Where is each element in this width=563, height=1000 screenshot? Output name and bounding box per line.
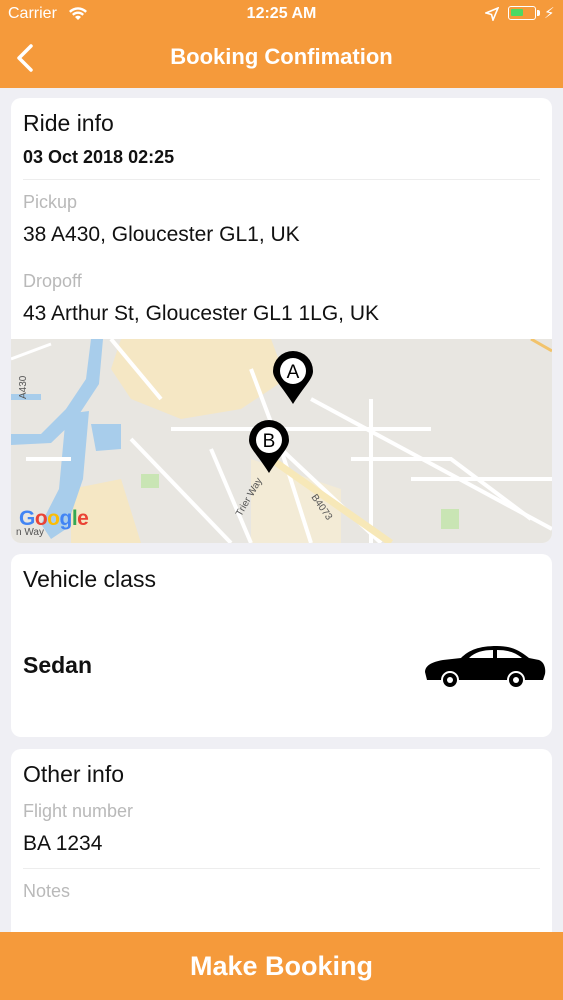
vehicle-class-card: Vehicle class Sedan [11, 554, 552, 737]
park-area [441, 509, 459, 529]
dropoff-label: Dropoff [23, 271, 82, 291]
clock: 12:25 AM [246, 5, 317, 22]
marker-b-label: B [263, 431, 276, 452]
map-tiles: A430 Trier Way B4073 A B [11, 339, 552, 543]
divider [23, 868, 540, 869]
notes-label[interactable]: Notes [23, 881, 70, 902]
ride-datetime: 03 Oct 2018 02:25 [23, 147, 175, 167]
flight-number-label: Flight number [23, 801, 134, 821]
divider [23, 179, 540, 180]
google-logo-letter: e [77, 507, 89, 530]
location-arrow-icon [485, 7, 499, 21]
route-map[interactable]: A430 Trier Way B4073 A B Google n Way [11, 339, 552, 543]
car-icon [425, 646, 546, 689]
charging-bolt-icon: ⚡︎ [544, 5, 555, 22]
marker-a-label: A [287, 362, 300, 383]
other-info-title: Other info [23, 761, 124, 787]
flight-number-value[interactable]: BA 1234 [23, 832, 102, 856]
page-title: Booking Confimation [170, 44, 393, 69]
battery-icon [508, 6, 540, 20]
other-info-card: Other info Flight number BA 1234 Notes [11, 749, 552, 949]
ride-info-title: Ride info [23, 110, 114, 136]
pickup-label: Pickup [23, 192, 78, 212]
map-way-label: n Way [16, 527, 44, 538]
status-bar: Carrier 12:25 AM ⚡︎ [0, 0, 563, 30]
header-bar: Carrier 12:25 AM ⚡︎ Booking Confimation [0, 0, 563, 88]
road-label-a430: A430 [18, 375, 29, 399]
google-logo-letter: g [59, 507, 73, 530]
marker-a[interactable]: A [273, 351, 313, 404]
battery-fill [511, 9, 524, 16]
google-logo-letter: o [47, 507, 60, 530]
pickup-value: 38 A430, Gloucester GL1, UK [23, 223, 300, 246]
dropoff-value: 43 Arthur St, Gloucester GL1 1LG, UK [23, 302, 380, 325]
vehicle-class-title: Vehicle class [23, 566, 156, 592]
ride-info-card: Ride info 03 Oct 2018 02:25 Pickup 38 A4… [11, 98, 552, 543]
make-booking-button[interactable]: Make Booking [0, 932, 563, 1000]
vehicle-name: Sedan [23, 652, 93, 678]
